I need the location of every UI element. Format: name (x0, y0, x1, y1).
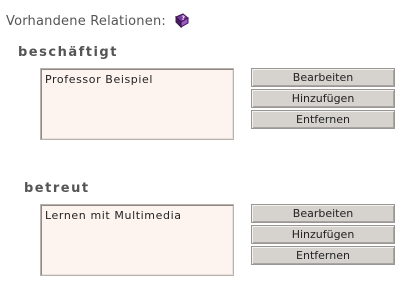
edit-button-betreut[interactable]: Bearbeiten (251, 204, 395, 223)
remove-button-beschaeftigt[interactable]: Entfernen (251, 110, 395, 129)
book-icon[interactable]: ? (172, 12, 190, 30)
list-item[interactable]: Professor Beispiel (45, 73, 229, 87)
svg-text:?: ? (181, 15, 185, 22)
list-item[interactable]: Lernen mit Multimedia (45, 209, 229, 223)
section-title-beschaeftigt: beschäftigt (18, 45, 118, 60)
page-title: Vorhandene Relationen: (6, 13, 166, 29)
relation-listbox-beschaeftigt[interactable]: Professor Beispiel (40, 68, 234, 140)
add-button-beschaeftigt[interactable]: Hinzufügen (251, 89, 395, 108)
edit-button-beschaeftigt[interactable]: Bearbeiten (251, 68, 395, 87)
relation-listbox-betreut[interactable]: Lernen mit Multimedia (40, 204, 234, 276)
add-button-betreut[interactable]: Hinzufügen (251, 225, 395, 244)
section-title-betreut: betreut (24, 181, 90, 196)
remove-button-betreut[interactable]: Entfernen (251, 246, 395, 265)
relations-header: Vorhandene Relationen: ? (6, 12, 190, 30)
